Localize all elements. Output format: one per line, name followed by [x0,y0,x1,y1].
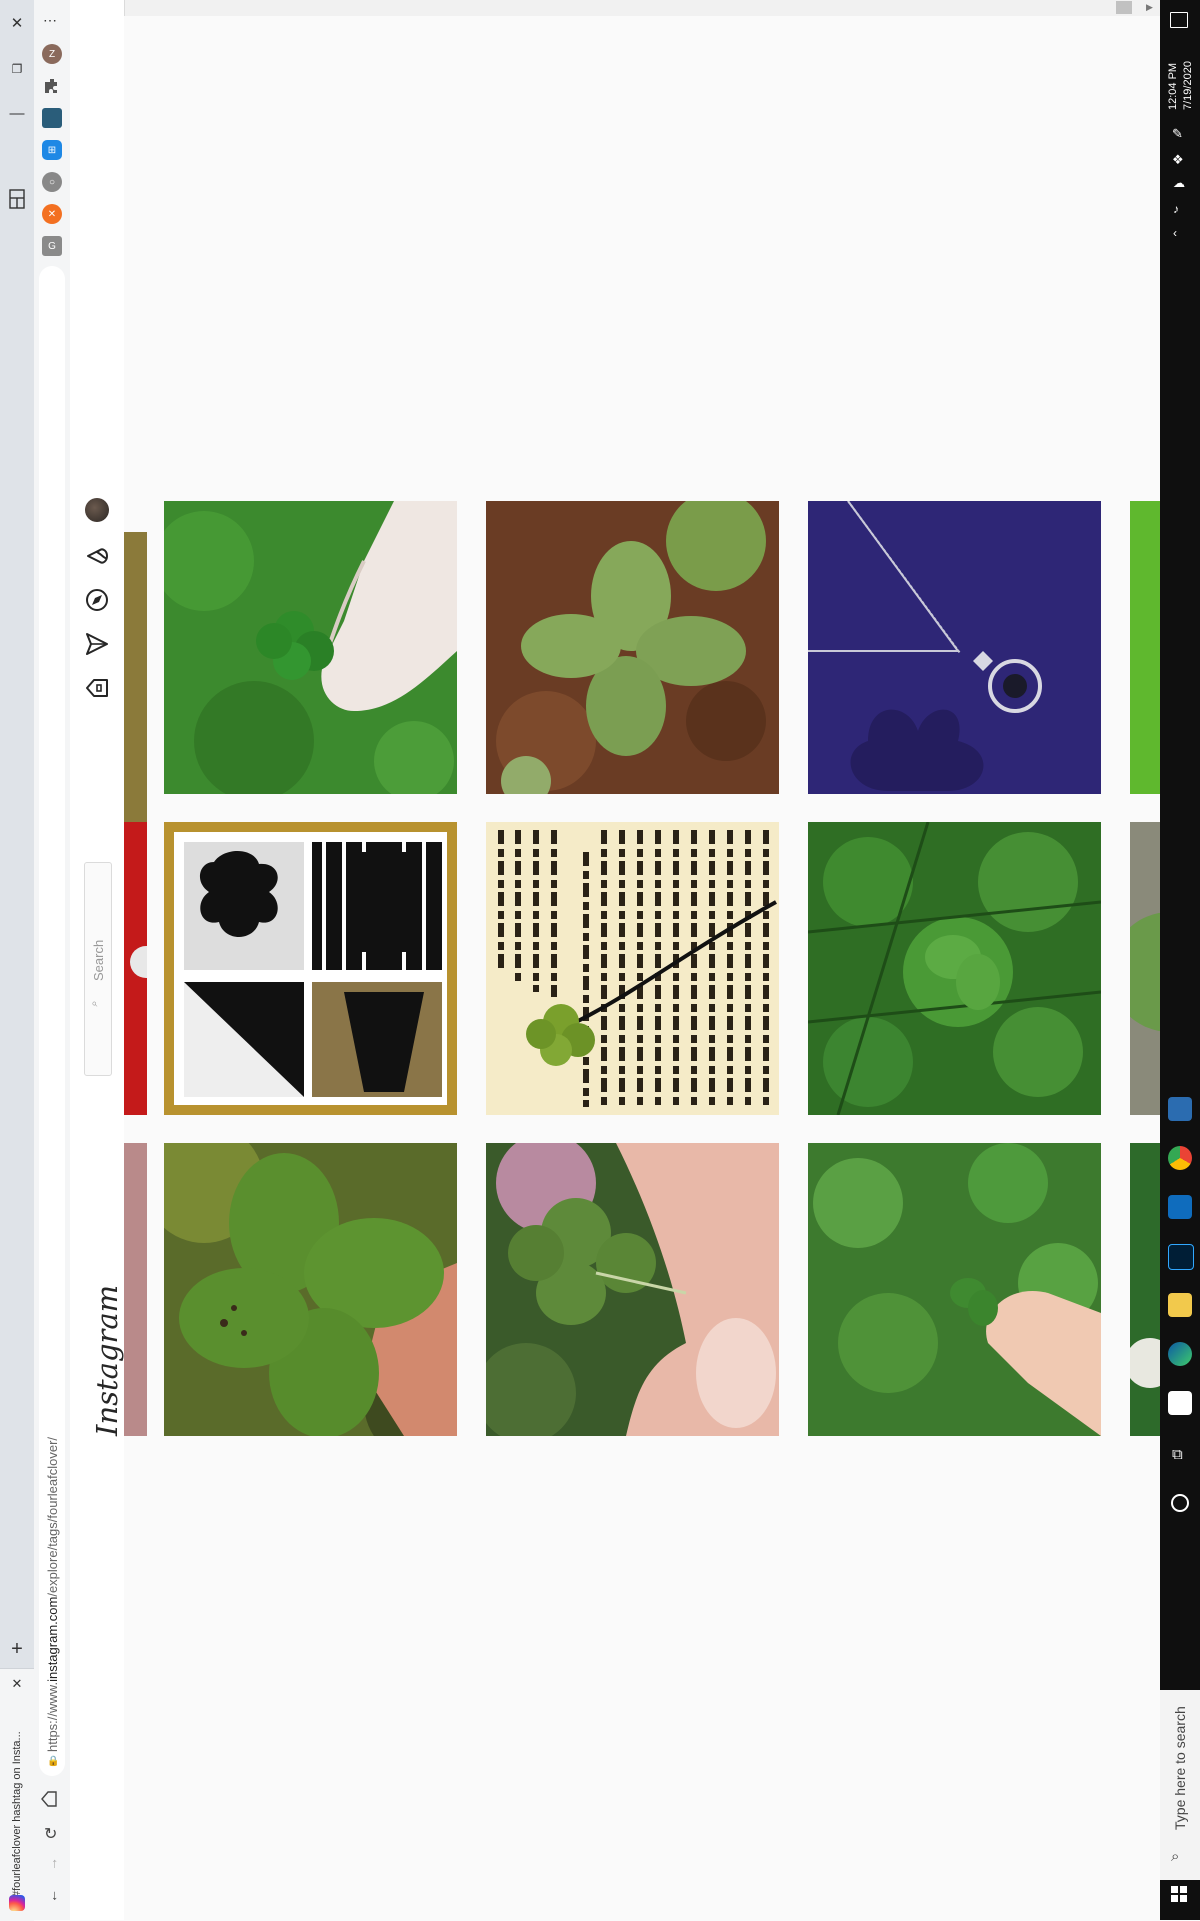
url-text[interactable]: https://www.instagram.com/explore/tags/f… [45,1437,60,1752]
instagram-header: Instagram ⌕ Search [70,0,125,1920]
partial-post-tile[interactable] [124,1143,147,1436]
clock[interactable]: 12:04 PM 7/19/2020 [1166,61,1196,110]
tab-actions-icon[interactable] [4,186,30,212]
new-tab-button[interactable]: + [4,1636,30,1662]
extension-blue-icon[interactable]: ⊞ [42,140,62,160]
address-bar[interactable]: https://www.instagram.com/explore/tags/f… [39,266,65,1776]
extension-circle-icon[interactable]: ○ [42,172,62,192]
browser-toolbar: ⋯ Z ⊞ ○ ✕ G https://www.instagram.com/ex… [34,0,71,1920]
clock-date: 7/19/2020 [1182,61,1194,110]
post-clover-on-soil[interactable] [486,501,779,794]
show-hidden-icons-icon[interactable]: ‹ [1173,226,1177,240]
taskbar-photoshop-icon[interactable] [1168,1244,1194,1270]
lock-icon: 🔒 [47,1756,60,1767]
extension-gray-icon[interactable]: G [42,236,62,256]
back-icon[interactable]: ← [44,1889,60,1903]
pen-icon[interactable]: ✎ [1172,126,1183,142]
horizontal-scrollbar[interactable]: ◀ ▶ [70,0,1160,16]
activity-heart-icon[interactable] [83,542,111,570]
url-domain: instagram.com [45,1596,60,1682]
minimize-window-icon[interactable]: — [4,100,30,126]
post-hand-picking-clover[interactable] [808,1143,1101,1436]
windows-taskbar: 12:04 PM 7/19/2020 ✎ ❖ ☁ ♪ ‹ ⧉ Type here… [1160,0,1200,1920]
taskbar-app-settings-icon[interactable] [1168,1097,1192,1121]
notification-center-icon[interactable] [1170,12,1188,28]
task-view-icon[interactable]: ⧉ [1172,1446,1183,1463]
taskbar-search-icon: ⌕ [1171,1848,1180,1865]
post-clover-patch-in-grass[interactable] [808,822,1101,1115]
post-partial-green[interactable] [1130,501,1160,794]
post-fingers-holding-clover[interactable] [486,1143,779,1436]
restore-window-icon[interactable]: ❐ [4,56,30,82]
partial-post-tile[interactable] [124,822,147,1115]
post-lucky-clover-cards[interactable] [164,822,457,1115]
home-nav-icon[interactable] [83,674,111,702]
direct-messages-icon[interactable] [83,630,111,658]
taskbar-search-placeholder: Type here to search [1172,1706,1188,1830]
taskbar-file-explorer-icon[interactable] [1168,1293,1192,1317]
onedrive-icon[interactable]: ☁ [1173,176,1185,190]
forward-icon[interactable]: → [44,1857,60,1871]
profile-avatar[interactable]: Z [42,44,62,64]
taskbar-edge-icon[interactable] [1168,1342,1192,1366]
url-prefix: https://www. [45,1681,60,1752]
taskbar-search-box[interactable]: Type here to search ⌕ [1160,1690,1200,1880]
extension-orange-icon[interactable]: ✕ [42,204,62,224]
partial-post-tile[interactable] [124,532,147,825]
post-partial-green-2[interactable] [1130,822,1160,1115]
search-placeholder: Search [91,939,106,981]
tab-title: #fourleafclover hashtag on Insta... [11,1731,23,1897]
extension-chart-icon[interactable] [42,108,62,128]
search-input[interactable]: ⌕ Search [84,862,112,1076]
instagram-favicon-icon [9,1895,25,1911]
clock-time: 12:04 PM [1167,62,1179,110]
windows-start-icon[interactable] [1171,1886,1187,1902]
taskbar-chrome-icon[interactable] [1168,1146,1192,1170]
close-tab-icon[interactable]: ✕ [4,1671,30,1697]
browser-tab-strip: ✕ ❐ — + ✕ #fourleafclover hashtag on Ins… [0,0,34,1921]
hashtag-posts-grid [124,16,1160,1920]
taskbar-outlook-icon[interactable] [1168,1195,1192,1219]
taskbar-store-icon[interactable] [1168,1391,1192,1415]
scrollbar-thumb[interactable] [1116,1,1132,14]
post-pressed-clover-in-book[interactable] [486,822,779,1115]
home-icon[interactable] [40,1790,64,1814]
search-icon: ⌕ [88,1000,101,1007]
dropbox-icon[interactable]: ❖ [1172,152,1184,168]
post-clover-necklace-on-navy[interactable] [808,501,1101,794]
extensions-icon[interactable] [42,76,62,96]
scroll-right-icon[interactable]: ▶ [1146,2,1153,13]
close-window-icon[interactable]: ✕ [4,10,30,36]
profile-avatar-icon[interactable] [85,498,109,522]
tab-instagram[interactable]: ✕ #fourleafclover hashtag on Insta... [0,1668,34,1921]
post-partial-green-3[interactable] [1130,1143,1160,1436]
url-path: /explore/tags/fourleafclover/ [45,1436,60,1597]
volume-icon[interactable]: ♪ [1173,202,1179,216]
reload-icon[interactable]: ↻ [44,1824,57,1844]
cortana-icon[interactable] [1171,1494,1189,1512]
instagram-logo[interactable]: Instagram [90,1285,124,1436]
post-four-leaf-clover-closeup[interactable] [164,1143,457,1436]
explore-icon[interactable] [83,586,111,614]
more-options-icon[interactable]: ⋯ [43,12,58,29]
post-hand-holding-clover-on-grass[interactable] [164,501,457,794]
